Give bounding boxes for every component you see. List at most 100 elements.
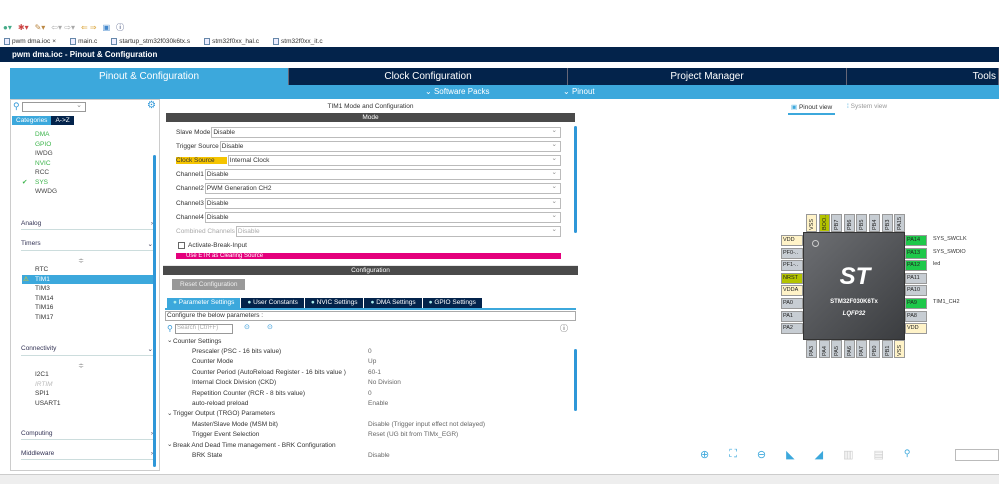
pin-pf0[interactable]: PF0-.. xyxy=(781,247,803,259)
zoom-in-icon[interactable]: ⊕ xyxy=(700,448,709,461)
rotate-left-icon[interactable]: ◣ xyxy=(786,448,794,461)
connectivity-item[interactable]: I2C1 xyxy=(11,370,151,380)
config-tab[interactable]: ● User Constants xyxy=(241,298,304,308)
param-value[interactable]: Disable (Trigger input effect not delaye… xyxy=(368,421,485,428)
timer-item[interactable]: TIM16 xyxy=(11,303,151,313)
tab-tools[interactable]: Tools xyxy=(847,68,999,85)
timer-item[interactable]: TIM3 xyxy=(11,284,151,294)
pin-vss[interactable]: VSS xyxy=(806,214,817,232)
category-item[interactable]: WWDG xyxy=(11,187,151,197)
pin-pb6[interactable]: PB6 xyxy=(843,214,855,232)
info-icon[interactable]: ⓘ xyxy=(116,22,124,33)
field-select[interactable]: Disable xyxy=(211,126,561,138)
pin-pa10[interactable]: PA10 xyxy=(905,285,927,297)
pin-pb5[interactable]: PB5 xyxy=(856,214,868,232)
info-icon[interactable]: ⓘ xyxy=(560,323,568,334)
param-value[interactable]: 0 xyxy=(368,390,372,397)
param-group[interactable]: Break And Dead Time management - BRK Con… xyxy=(163,440,573,450)
editor-tab[interactable]: startup_stm32f030k6tx.s xyxy=(111,37,190,45)
pin-pa4[interactable]: PA4 xyxy=(818,340,830,358)
tab-categories[interactable]: Categories xyxy=(12,116,52,125)
section-middleware[interactable]: Middleware › xyxy=(21,450,153,460)
section-timers[interactable]: Timers ⌄ xyxy=(21,240,153,251)
pin-vss[interactable]: VSS xyxy=(894,340,906,358)
run-icon[interactable]: ●▾ xyxy=(3,23,12,32)
param-scrollbar[interactable] xyxy=(574,349,577,411)
pin-pa8[interactable]: PA8 xyxy=(905,310,927,322)
timer-item[interactable]: ⚠ TIM1 xyxy=(22,274,154,284)
tab-a-z[interactable]: A->Z xyxy=(51,116,74,125)
connectivity-item[interactable]: IRTIM xyxy=(11,380,151,390)
config-tab[interactable]: ● DMA Settings xyxy=(364,298,422,308)
param-group[interactable]: Trigger Output (TRGO) Parameters ⌄ xyxy=(163,409,573,419)
editor-tab[interactable]: stm32f0xx_hal.c xyxy=(204,37,259,45)
category-item[interactable]: DMA xyxy=(11,130,151,140)
collapse-all-icon[interactable]: ⊙ xyxy=(267,323,273,331)
pin-pa7[interactable]: PA7 xyxy=(856,340,868,358)
pin-search-input[interactable] xyxy=(955,449,999,461)
etr-clearing-source-option[interactable]: Use ETR as Clearing Source xyxy=(176,252,561,259)
field-select[interactable]: PWM Generation CH2 xyxy=(204,182,561,195)
pin-pb7[interactable]: PB7 xyxy=(831,214,843,232)
param-value[interactable]: No Division xyxy=(368,379,401,386)
editor-tab[interactable]: main.c xyxy=(70,37,97,45)
config-tab[interactable]: ● NVIC Settings xyxy=(304,298,364,308)
back-icon[interactable]: ⇐ ⇒ xyxy=(81,23,97,32)
section-computing[interactable]: Computing › xyxy=(21,430,153,440)
param-value[interactable]: Disable xyxy=(368,452,390,459)
param-value[interactable]: Enable xyxy=(368,400,388,407)
sort-icon[interactable]: ≑ xyxy=(11,257,151,265)
pin-pa1[interactable]: PA1 xyxy=(781,310,803,322)
expand-all-icon[interactable]: ⊙ xyxy=(244,323,250,331)
pin-pa11[interactable]: PA11 xyxy=(905,272,927,284)
category-item[interactable]: IWDG xyxy=(11,149,151,159)
category-item[interactable]: RCC xyxy=(11,168,151,178)
tab-clock-configuration[interactable]: Clock Configuration xyxy=(289,68,568,85)
pin-vdda[interactable]: VDDA xyxy=(781,285,803,297)
pin-vdd[interactable]: VDD xyxy=(781,235,803,246)
pinout-menu[interactable]: ⌄ Pinout xyxy=(563,87,595,96)
section-connectivity[interactable]: Connectivity ⌄ xyxy=(21,345,153,356)
pin-pa5[interactable]: PA5 xyxy=(831,340,843,358)
category-item[interactable]: ✔ SYS xyxy=(11,178,151,188)
software-packs-menu[interactable]: ⌄ Software Packs xyxy=(425,87,490,96)
debug-icon[interactable]: ✱▾ xyxy=(18,23,29,32)
left-scrollbar[interactable] xyxy=(153,155,156,467)
pin-pa13[interactable]: PA13 xyxy=(905,247,927,259)
param-value[interactable]: 0 xyxy=(368,348,372,355)
category-item[interactable]: NVIC xyxy=(11,159,151,169)
gear-icon[interactable]: ⚙ xyxy=(147,100,156,111)
open-icon[interactable]: ▣ xyxy=(103,23,111,32)
tool-icon[interactable]: ✎▾ xyxy=(35,23,46,32)
activate-break-input-checkbox[interactable]: Activate-Break-Input xyxy=(163,239,578,253)
editor-tab[interactable]: stm32f0xx_it.c xyxy=(273,37,323,45)
timer-item[interactable]: TIM17 xyxy=(11,313,151,323)
param-value[interactable]: Up xyxy=(368,358,376,365)
pin-pa14[interactable]: PA14 xyxy=(905,235,927,246)
rotate-right-icon[interactable]: ◢ xyxy=(815,448,823,461)
pin-pb3[interactable]: PB3 xyxy=(881,214,893,232)
timer-item[interactable]: RTC xyxy=(11,265,151,275)
field-select[interactable]: Disable xyxy=(204,197,561,209)
param-value[interactable]: 60-1 xyxy=(368,369,381,376)
zoom-out-icon[interactable]: ⊖ xyxy=(757,448,766,461)
tab-pinout-configuration[interactable]: Pinout & Configuration xyxy=(10,68,289,85)
param-search-input[interactable]: Search (Ctrl+F) xyxy=(175,324,233,334)
pin-pa0[interactable]: PA0 xyxy=(781,298,803,309)
pin-pb4[interactable]: PB4 xyxy=(869,214,880,232)
pin-pb1[interactable]: PB1 xyxy=(881,340,893,358)
reset-configuration-button[interactable]: Reset Configuration xyxy=(172,279,246,290)
pin-vdd[interactable]: VDD xyxy=(905,323,927,335)
config-tab[interactable]: ● Parameter Settings xyxy=(167,298,241,308)
param-group[interactable]: Counter Settings ⌄ xyxy=(163,336,573,346)
field-select[interactable]: Internal Clock xyxy=(227,154,561,166)
fit-icon[interactable]: ⛶ xyxy=(729,448,737,461)
pin-pa6[interactable]: PA6 xyxy=(843,340,855,358)
sort-icon[interactable]: ≑ xyxy=(11,362,151,370)
field-select[interactable]: Disable xyxy=(204,211,561,223)
field-select[interactable]: Disable xyxy=(219,140,561,152)
pin-nrst[interactable]: NRST xyxy=(781,272,803,284)
pin-pa3[interactable]: PA3 xyxy=(806,340,817,358)
config-tab[interactable]: ● GPIO Settings xyxy=(422,298,482,308)
field-select[interactable]: Disable xyxy=(235,225,561,237)
